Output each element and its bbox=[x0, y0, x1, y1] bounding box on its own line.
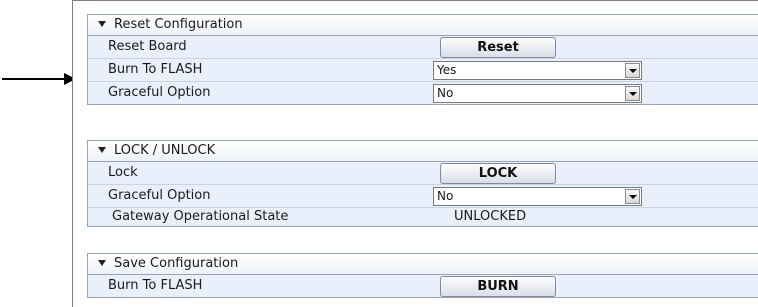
graceful-option-label: Graceful Option bbox=[108, 188, 211, 203]
section-title: Save Configuration bbox=[114, 256, 239, 271]
burn-to-flash-label: Burn To FLASH bbox=[108, 278, 203, 293]
collapse-triangle-icon[interactable] bbox=[98, 21, 106, 27]
chevron-down-icon[interactable] bbox=[625, 189, 640, 204]
graceful-option-select[interactable]: No bbox=[433, 84, 642, 103]
chevron-down-icon[interactable] bbox=[625, 63, 640, 78]
lock-button[interactable]: LOCK bbox=[440, 163, 556, 184]
select-value: No bbox=[437, 86, 454, 100]
reset-board-row: Reset Board Reset bbox=[88, 36, 758, 59]
burn-button[interactable]: BURN bbox=[440, 276, 556, 297]
graceful-option-select[interactable]: No bbox=[433, 187, 642, 206]
burn-to-flash-select[interactable]: Yes bbox=[433, 61, 642, 80]
lock-unlock-header[interactable]: LOCK / UNLOCK bbox=[88, 141, 758, 162]
graceful-option-row: Graceful Option No bbox=[88, 185, 758, 208]
section-title: Reset Configuration bbox=[114, 17, 243, 32]
lock-label: Lock bbox=[108, 165, 138, 180]
config-panel: Reset Configuration Reset Board Reset Bu… bbox=[72, 0, 758, 307]
graceful-option-row: Graceful Option No bbox=[88, 82, 758, 104]
gateway-state-value: UNLOCKED bbox=[454, 209, 527, 224]
pointer-arrow-line bbox=[2, 78, 68, 80]
lock-row: Lock LOCK bbox=[88, 162, 758, 185]
gateway-state-row: Gateway Operational State UNLOCKED bbox=[88, 208, 758, 226]
section-title: LOCK / UNLOCK bbox=[114, 143, 216, 158]
collapse-triangle-icon[interactable] bbox=[98, 260, 106, 266]
reset-board-label: Reset Board bbox=[108, 39, 187, 54]
reset-configuration-header[interactable]: Reset Configuration bbox=[88, 15, 758, 36]
burn-to-flash-label: Burn To FLASH bbox=[108, 62, 203, 77]
burn-to-flash-row: Burn To FLASH Yes bbox=[88, 59, 758, 82]
gateway-state-label: Gateway Operational State bbox=[112, 209, 289, 224]
collapse-triangle-icon[interactable] bbox=[98, 147, 106, 153]
lock-unlock-section: LOCK / UNLOCK Lock LOCK Graceful Option … bbox=[87, 140, 758, 227]
select-value: Yes bbox=[437, 63, 457, 77]
save-configuration-section: Save Configuration Burn To FLASH BURN bbox=[87, 253, 758, 298]
save-configuration-header[interactable]: Save Configuration bbox=[88, 254, 758, 275]
save-burn-row: Burn To FLASH BURN bbox=[88, 275, 758, 297]
select-value: No bbox=[437, 189, 454, 203]
chevron-down-icon[interactable] bbox=[625, 86, 640, 101]
reset-button[interactable]: Reset bbox=[440, 37, 556, 58]
reset-configuration-section: Reset Configuration Reset Board Reset Bu… bbox=[87, 14, 758, 105]
graceful-option-label: Graceful Option bbox=[108, 85, 211, 100]
